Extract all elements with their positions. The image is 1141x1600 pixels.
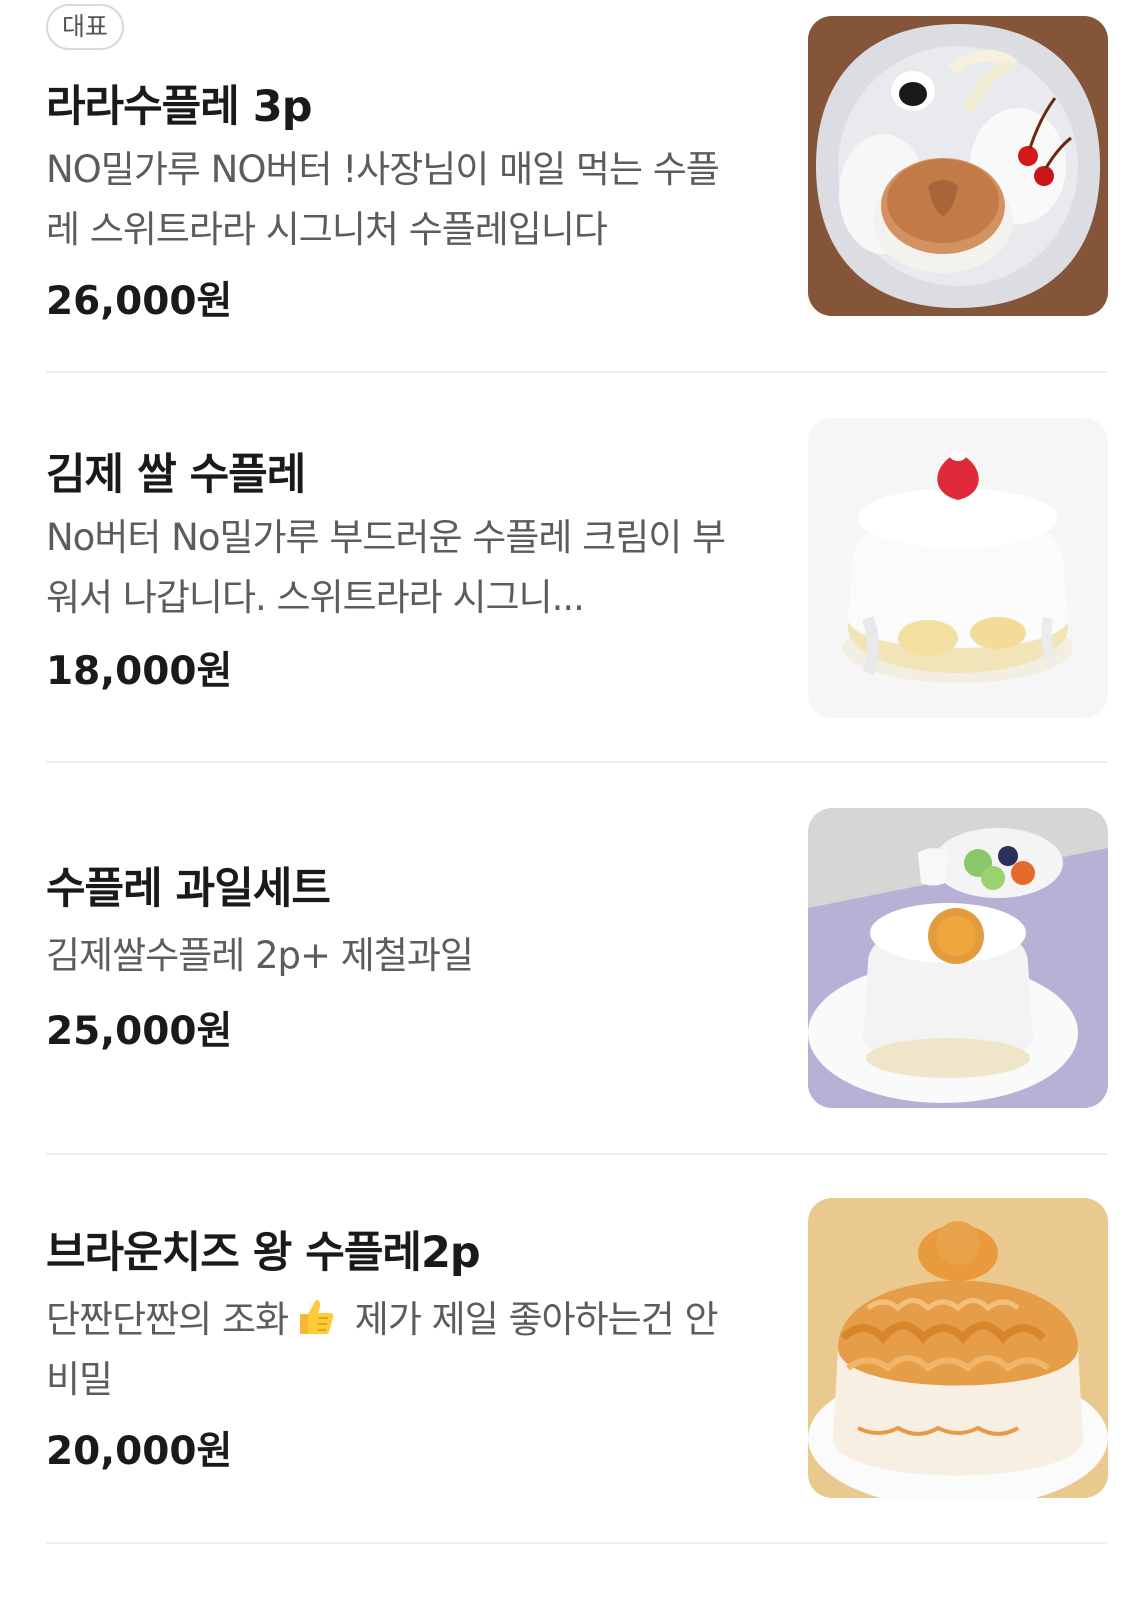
- menu-item-gimje-rice-souffle[interactable]: 김제 쌀 수플레 No버터 No밀가루 부드러운 수플레 크림이 부워서 나갑니…: [46, 372, 1108, 763]
- item-divider: [46, 1542, 1108, 1544]
- menu-item-description: 김제쌀수플레 2p+ 제철과일: [46, 934, 474, 977]
- menu-item-price: 18,000원: [46, 649, 233, 694]
- description-text-before: 단짠단짠의 조화: [46, 1298, 289, 1341]
- menu-item-brown-cheese-souffle[interactable]: 브라운치즈 왕 수플레2p 단짠단짠의 조화 제가 제일 좋아하는건 안비밀 2…: [46, 1154, 1108, 1546]
- menu-item-description: NO밀가루 NO버터 !사장님이 매일 먹는 수플레 스위트라라 시그니처 수플…: [46, 148, 720, 251]
- brown-cheese-souffle-photo[interactable]: [808, 1198, 1108, 1498]
- menu-item-title: 김제 쌀 수플레: [46, 450, 306, 500]
- menu-item-title: 수플레 과일세트: [46, 864, 331, 914]
- menu-item-price: 20,000원: [46, 1429, 233, 1474]
- signature-badge: 대표: [46, 4, 125, 50]
- menu-item-price: 26,000원: [46, 279, 233, 324]
- menu-item-price: 25,000원: [46, 1009, 233, 1054]
- menu-item-lala-souffle[interactable]: 대표 라라수플레 3p NO밀가루 NO버터 !사장님이 매일 먹는 수플레 스…: [46, 0, 1108, 373]
- souffle-fruit-set-photo[interactable]: [808, 808, 1108, 1108]
- menu-item-description: No버터 No밀가루 부드러운 수플레 크림이 부워서 나갑니다. 스위트라라 …: [46, 516, 726, 619]
- menu-item-title: 브라운치즈 왕 수플레2p: [46, 1228, 481, 1278]
- menu-list: 대표 라라수플레 3p NO밀가루 NO버터 !사장님이 매일 먹는 수플레 스…: [0, 0, 1141, 1600]
- menu-item-description: 단짠단짠의 조화 제가 제일 좋아하는건 안비밀: [46, 1290, 746, 1410]
- menu-item-title: 라라수플레 3p: [46, 82, 312, 132]
- souffle-pancake-plate-photo[interactable]: [808, 16, 1108, 316]
- menu-item-souffle-fruit-set[interactable]: 수플레 과일세트 김제쌀수플레 2p+ 제철과일 25,000원: [46, 762, 1108, 1155]
- thumbs-up-icon: [300, 1300, 334, 1334]
- rice-souffle-strawberry-photo[interactable]: [808, 418, 1108, 718]
